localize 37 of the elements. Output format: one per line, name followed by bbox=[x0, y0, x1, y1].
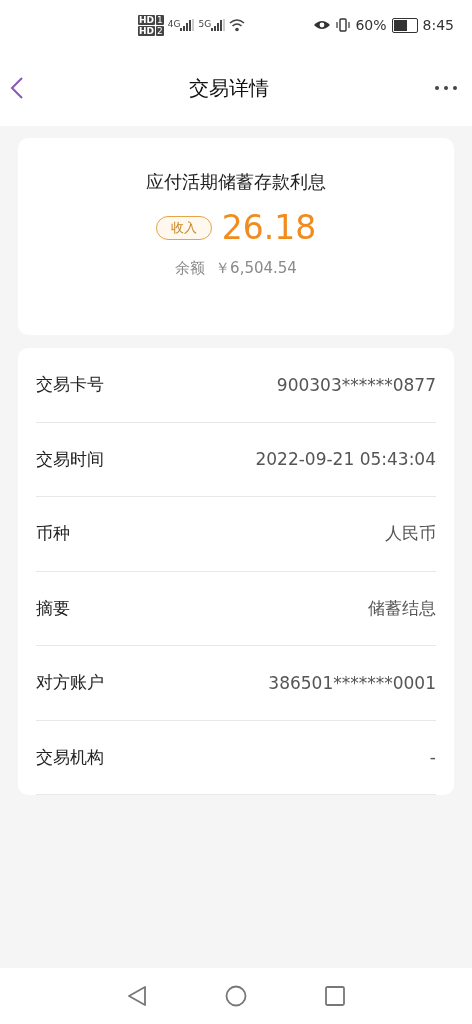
clock: 8:45 bbox=[422, 17, 454, 33]
page-title: 交易详情 bbox=[189, 74, 269, 102]
sim-label: HD bbox=[138, 14, 155, 25]
more-button[interactable] bbox=[434, 85, 458, 91]
sim-slot: 2 bbox=[156, 25, 164, 36]
vibrate-icon bbox=[336, 18, 351, 32]
detail-label: 交易卡号 bbox=[36, 373, 104, 397]
detail-value: 386501*******0001 bbox=[268, 672, 436, 693]
battery-icon bbox=[391, 17, 418, 33]
network-type: 5G bbox=[198, 19, 212, 29]
eye-icon bbox=[313, 19, 332, 31]
network-type: 4G bbox=[167, 19, 181, 29]
detail-value: 人民币 bbox=[385, 522, 436, 546]
sim-label: HD bbox=[138, 25, 155, 36]
detail-value: 900303******0877 bbox=[276, 374, 436, 395]
signal-icon bbox=[211, 19, 226, 31]
transaction-title: 应付活期储蓄存款利息 bbox=[146, 170, 326, 194]
detail-label: 交易时间 bbox=[36, 447, 104, 471]
sim-slot: 1 bbox=[156, 14, 164, 25]
recents-nav-button[interactable] bbox=[325, 986, 345, 1006]
back-button[interactable] bbox=[10, 76, 24, 100]
back-nav-button[interactable] bbox=[127, 985, 147, 1007]
balance-label: 余额 bbox=[175, 259, 206, 278]
balance-value: ￥6,504.54 bbox=[215, 259, 297, 278]
detail-label: 对方账户 bbox=[36, 671, 104, 695]
detail-value: - bbox=[429, 747, 436, 768]
detail-value: 储蓄结息 bbox=[368, 596, 436, 620]
detail-label: 摘要 bbox=[36, 596, 70, 620]
detail-label: 交易机构 bbox=[36, 745, 104, 769]
detail-label: 币种 bbox=[36, 522, 70, 546]
income-tag: 收入 bbox=[155, 215, 212, 240]
detail-value: 2022-09-21 05:43:04 bbox=[255, 449, 436, 470]
home-nav-button[interactable] bbox=[225, 985, 247, 1007]
signal-icon bbox=[180, 19, 195, 31]
battery-percent: 60% bbox=[355, 17, 387, 33]
wifi-icon bbox=[229, 18, 246, 32]
amount: 26.18 bbox=[221, 208, 317, 247]
